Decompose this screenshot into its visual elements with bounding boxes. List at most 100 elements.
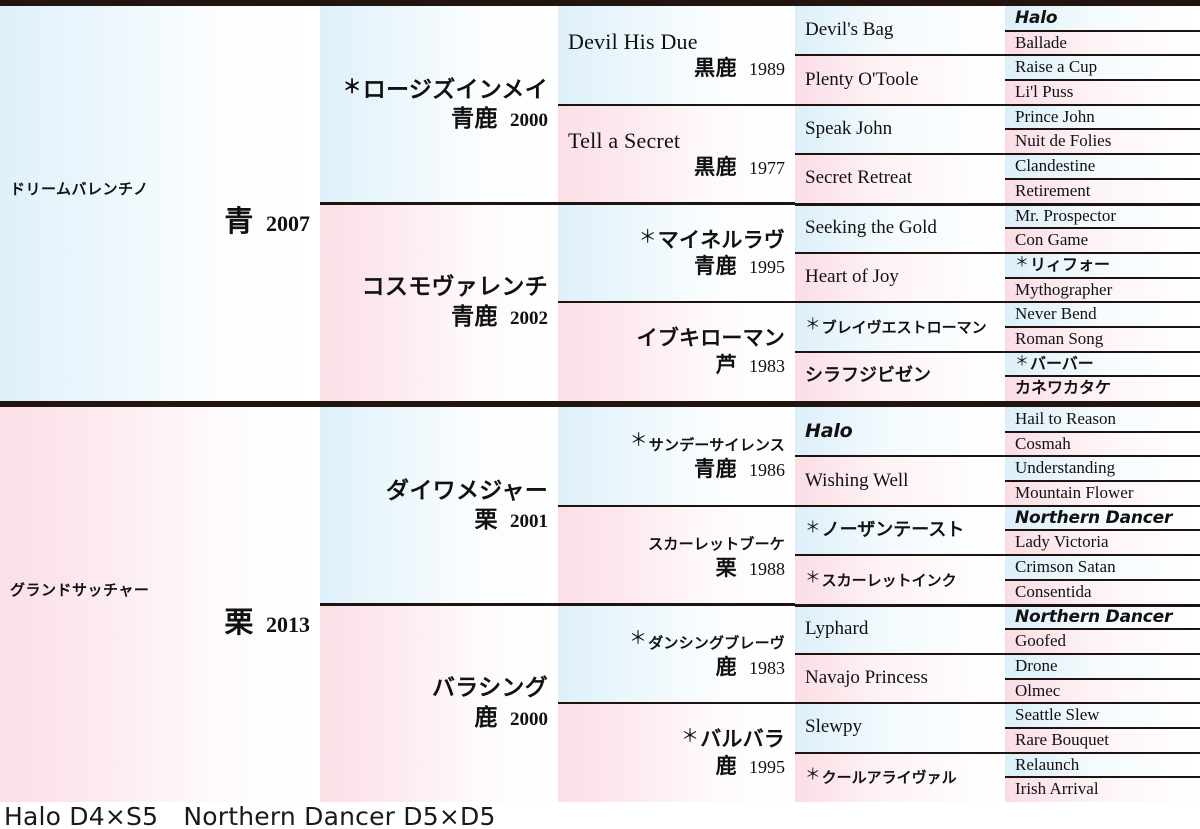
horse-name-text: Irish Arrival: [1015, 779, 1099, 799]
pedigree-cell-ggp: ＊クールアライヴァル: [795, 752, 1005, 802]
horse-name: バラシング: [330, 675, 548, 701]
imported-asterisk-icon: ＊: [629, 430, 648, 451]
horse-name-text: ロージズインメイ: [362, 76, 548, 103]
cell-divider: [1005, 227, 1200, 230]
cell-divider: [795, 702, 1005, 705]
horse-name: Lady Victoria: [1015, 533, 1190, 552]
horse-name-text: Ballade: [1015, 32, 1067, 52]
horse-name-text: Tell a Secret: [568, 127, 681, 153]
horse-meta: 青鹿 2000: [330, 106, 548, 132]
horse-name: Wishing Well: [805, 469, 995, 492]
horse-meta: 栗 2001: [330, 507, 548, 533]
horse-name: Northern Dancer: [1015, 508, 1190, 528]
horse-name: コスモヴァレンチ: [330, 274, 548, 300]
pedigree-cell-gggp: ＊リィフォー: [1005, 252, 1200, 278]
horse-name-text: Slewpy: [805, 716, 862, 738]
pedigree-cell-gggp: Hail to Reason: [1005, 407, 1200, 432]
horse-name-text: スカーレットブーケ: [648, 534, 785, 553]
horse-meta: 鹿 2000: [330, 705, 548, 731]
birth-year: 1988: [749, 559, 785, 580]
horse-name: Goofed: [1015, 631, 1190, 651]
horse-name-text: スカーレットインク: [821, 571, 957, 590]
coat-color: 黒鹿: [694, 155, 737, 180]
horse-name-text: Drone: [1015, 655, 1058, 675]
coat-color: 青鹿: [451, 106, 498, 133]
horse-name: Mythographer: [1015, 280, 1190, 300]
cell-divider: [1005, 276, 1200, 279]
horse-meta: 鹿 1983: [568, 655, 785, 679]
pedigree-cell-gggp: Northern Dancer: [1005, 505, 1200, 531]
pedigree-cell-subject: グランドサッチャー栗 2013: [0, 407, 320, 802]
horse-name-text: ダンシングブレーヴ: [648, 633, 785, 652]
horse-name: Olmec: [1015, 681, 1190, 701]
pedigree-cell-gggp: Nuit de Folies: [1005, 129, 1200, 155]
imported-asterisk-icon: ＊: [628, 627, 648, 648]
imported-asterisk-icon: ＊: [805, 568, 821, 586]
horse-name: Heart of Joy: [805, 266, 995, 288]
cell-divider: [1005, 628, 1200, 631]
pedigree-cell-gggp: Halo: [1005, 6, 1200, 31]
horse-name: Prince John: [1015, 107, 1190, 127]
cell-divider: [558, 301, 795, 304]
coat-color: 鹿: [715, 654, 737, 679]
pedigree-cell-gggp: Clandestine: [1005, 154, 1200, 179]
pedigree-cell-gggp: Goofed: [1005, 629, 1200, 654]
horse-name-text: クールアライヴァル: [821, 768, 957, 787]
cell-divider: [795, 455, 1005, 458]
horse-name-text: Mr. Prospector: [1015, 205, 1117, 225]
horse-name: Plenty O'Toole: [805, 69, 995, 91]
horse-name: Mountain Flower: [1015, 483, 1190, 503]
horse-name: Hail to Reason: [1015, 409, 1190, 429]
horse-name: シラフジビゼン: [805, 365, 995, 387]
horse-name-text: Northern Dancer: [1015, 606, 1173, 627]
horse-name-text: Li'l Puss: [1015, 82, 1074, 102]
horse-name: ＊リィフォー: [1015, 256, 1190, 275]
cell-divider: [1005, 430, 1200, 433]
horse-name-text: Raise a Cup: [1015, 57, 1098, 77]
horse-name-text: マイネルラヴ: [657, 227, 785, 252]
horse-name-text: Wishing Well: [805, 469, 909, 491]
horse-meta: 栗 2013: [10, 606, 310, 639]
cell-divider: [795, 652, 1005, 655]
horse-name: Slewpy: [805, 717, 995, 738]
pedigree-cell-ggp: Slewpy: [795, 703, 1005, 753]
pedigree-cell-ggp: Heart of Joy: [795, 252, 1005, 303]
horse-name-text: Understanding: [1015, 458, 1116, 478]
imported-asterisk-icon: ＊: [805, 519, 821, 537]
birth-year: 2001: [510, 511, 548, 533]
horse-name: Devil His Due: [568, 30, 785, 54]
horse-name-text: サンデーサイレンス: [648, 436, 785, 455]
horse-name: Lyphard: [805, 618, 995, 640]
cell-divider: [1005, 128, 1200, 131]
birth-year: 1983: [749, 355, 785, 376]
horse-name-text: Halo: [1015, 8, 1058, 28]
pedigree-cell-gggp: Rare Bouquet: [1005, 727, 1200, 753]
imported-asterisk-icon: ＊: [342, 76, 362, 98]
horse-name-text: Navajo Princess: [805, 667, 928, 689]
dam-branch: グランドサッチャー栗 2013 ダイワメジャー栗 2001 バラシング鹿 2000 ＊サンデ…: [0, 407, 1200, 802]
cell-divider: [558, 103, 795, 106]
pedigree-cell-grandparent: Devil His Due 黒鹿 1989: [558, 6, 795, 105]
pedigree-cell-ggp: ＊ブレイヴエストローマン: [795, 302, 1005, 352]
cell-divider: [1005, 702, 1200, 705]
horse-name-text: Con Game: [1015, 230, 1089, 250]
cell-divider: [1005, 554, 1200, 557]
horse-meta: 鹿 1995: [568, 754, 785, 778]
pedigree-cell-ggp: Seeking the Gold: [795, 203, 1005, 253]
horse-meta: 黒鹿 1977: [568, 155, 785, 179]
cell-divider: [1005, 251, 1200, 254]
cell-divider: [1005, 103, 1200, 106]
cell-divider: [1005, 153, 1200, 156]
pedigree-cell-ggp: Lyphard: [795, 604, 1005, 654]
pedigree-cell-gggp: Roman Song: [1005, 326, 1200, 352]
horse-name-text: Roman Song: [1015, 328, 1104, 348]
pedigree-cell-gggp: Prince John: [1005, 104, 1200, 130]
cell-divider: [1005, 202, 1200, 206]
imported-asterisk-icon: ＊: [680, 726, 700, 747]
pedigree-cell-grandparent: ＊サンデーサイレンス 青鹿 1986: [558, 407, 795, 506]
pedigree-cell-ggp: シラフジビゼン: [795, 351, 1005, 401]
horse-name: Clandestine: [1015, 156, 1190, 176]
horse-name: Nuit de Folies: [1015, 132, 1190, 151]
horse-name: Consentida: [1015, 582, 1190, 602]
pedigree-cell-gggp: Crimson Satan: [1005, 555, 1200, 580]
